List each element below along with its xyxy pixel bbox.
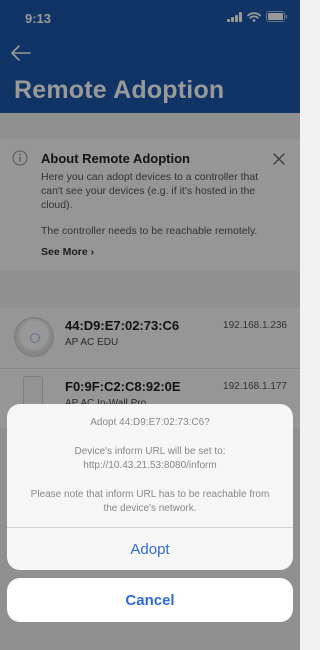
- sheet-inform-url: http://10.43.21.53:8080/inform: [83, 460, 217, 471]
- sheet-line-3: Please note that inform URL has to be re…: [30, 489, 270, 500]
- cancel-button[interactable]: Cancel: [7, 578, 293, 622]
- action-sheet: Adopt 44:D9:E7:02:73:C6? Device's inform…: [7, 404, 293, 570]
- sheet-line-1: Device's inform URL will be set to:: [74, 446, 226, 457]
- sheet-title: Adopt 44:D9:E7:02:73:C6?: [90, 417, 210, 428]
- adopt-button[interactable]: Adopt: [7, 528, 293, 570]
- sheet-line-4: the device's network.: [103, 503, 197, 514]
